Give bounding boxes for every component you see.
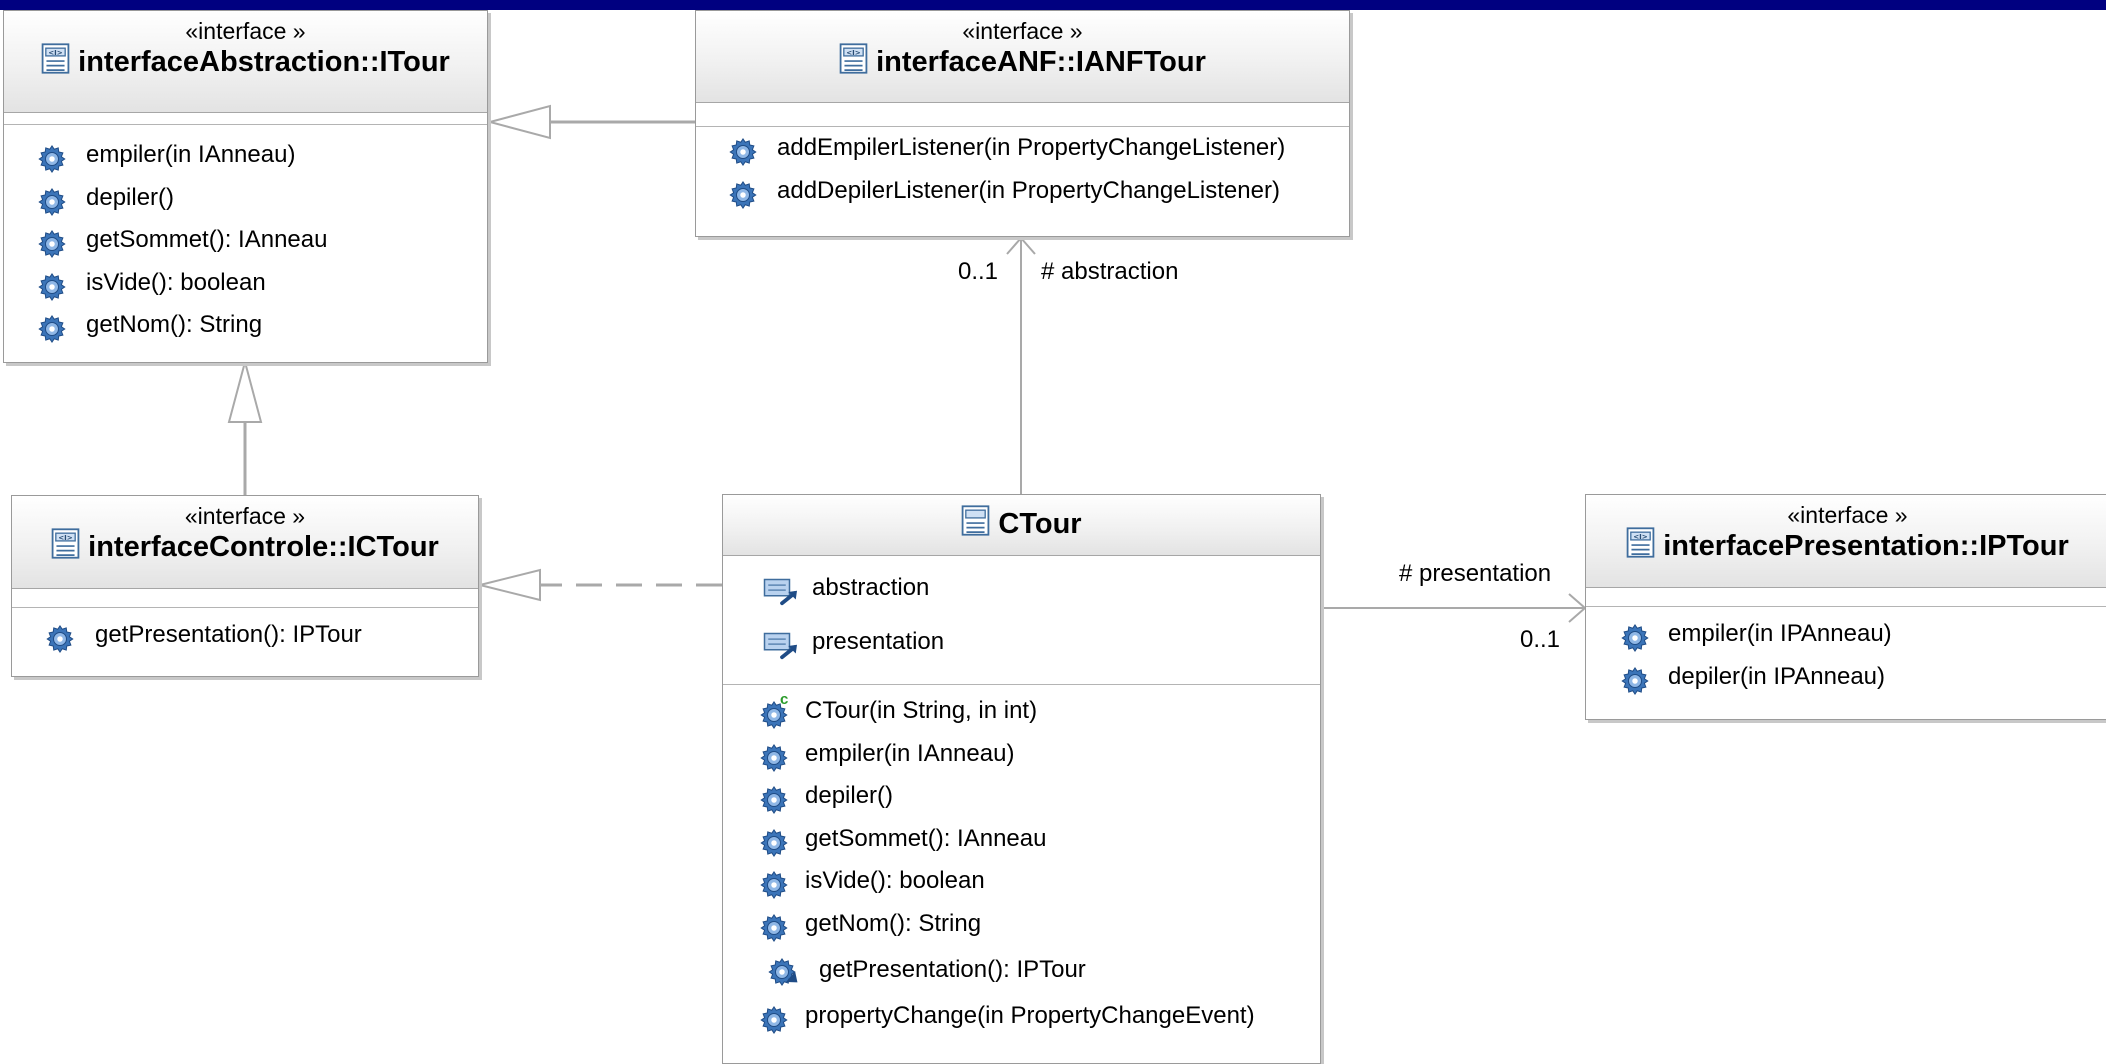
operation-gear-icon: [759, 828, 789, 858]
operation-row[interactable]: depiler(in IPAnneau): [1586, 656, 2106, 699]
interface-icon: [51, 528, 80, 559]
operation-row[interactable]: getPresentation(): IPTour: [723, 945, 1320, 995]
ianftour-title: interfaceANF::IANFTour: [696, 43, 1349, 80]
operation-label: getPresentation(): IPTour: [819, 956, 1086, 983]
attribute-field-icon: [763, 577, 801, 607]
attribute-row[interactable]: presentation: [723, 621, 1320, 675]
operation-gear-icon: [1620, 666, 1650, 696]
operation-gear-icon: [759, 785, 789, 815]
operation-row[interactable]: depiler(): [723, 775, 1320, 818]
interface-icon: [1626, 527, 1655, 558]
operation-label: addDepilerListener(in PropertyChangeList…: [777, 176, 1280, 204]
operation-row[interactable]: isVide(): boolean: [4, 262, 487, 305]
class-icon: [961, 505, 990, 536]
ianftour-header: «interface » interfaceANF::IANFTour: [696, 11, 1349, 103]
ianftour-attributes-compartment: [696, 103, 1349, 127]
operation-label: depiler(): [805, 782, 894, 809]
ianftour-interface-box[interactable]: «interface » interfaceANF::IANFTour addE…: [695, 10, 1350, 237]
operation-label: isVide(): boolean: [805, 867, 985, 894]
ictour-interface-box[interactable]: «interface » interfaceControle::ICTour g…: [11, 495, 479, 677]
operation-gear-icon: [728, 180, 758, 210]
ictour-header: «interface » interfaceControle::ICTour: [12, 496, 478, 589]
ictour-attributes-compartment: [12, 589, 478, 608]
operation-gear-icon: [45, 624, 75, 654]
operation-gear-icon: [1620, 623, 1650, 653]
operation-row[interactable]: isVide(): boolean: [723, 860, 1320, 903]
itour-title: interfaceAbstraction::ITour: [4, 43, 487, 80]
operation-gear-icon: [759, 743, 789, 773]
iptour-stereotype: «interface »: [1787, 502, 1908, 528]
operation-label: depiler(in IPAnneau): [1668, 662, 1886, 690]
ictour-title: interfaceControle::ICTour: [12, 528, 478, 565]
iptour-interface-box[interactable]: «interface » interfacePresentation::IPTo…: [1585, 494, 2106, 720]
operation-gear-icon: [728, 137, 758, 167]
abstraction-role-label: # abstraction: [1041, 258, 1179, 285]
operation-label: getSommet(): IAnneau: [805, 824, 1047, 852]
itour-attributes-compartment: [4, 113, 487, 125]
operation-label: propertyChange(in PropertyChangeEvent): [805, 1002, 1255, 1029]
ctour-class-box[interactable]: CTour abstraction presentation c CTour(in…: [722, 494, 1321, 1064]
operation-row[interactable]: empiler(in IAnneau): [723, 733, 1320, 776]
attribute-label: abstraction: [812, 574, 930, 601]
abstraction-multiplicity-label: 0..1: [958, 258, 999, 285]
operation-label: isVide(): boolean: [86, 268, 266, 296]
operation-row[interactable]: propertyChange(in PropertyChangeEvent): [723, 995, 1320, 1038]
operation-label: addEmpilerListener(in PropertyChangeList…: [777, 134, 1286, 161]
ictour-stereotype: «interface »: [184, 503, 306, 529]
presentation-role-label: # presentation: [1399, 560, 1552, 587]
operation-label: getSommet(): IAnneau: [86, 226, 328, 253]
operation-label: getPresentation(): IPTour: [95, 621, 362, 648]
ctour-attributes-compartment: abstraction presentation: [723, 556, 1320, 685]
operation-row[interactable]: empiler(in IAnneau): [4, 134, 487, 177]
operation-gear-icon: [759, 1005, 789, 1035]
operation-gear-icon: [37, 272, 67, 302]
attribute-row[interactable]: abstraction: [723, 567, 1320, 621]
operation-gear-icon: [37, 229, 67, 259]
itour-header: «interface » interfaceAbstraction::ITour: [4, 11, 487, 113]
attribute-label: presentation: [812, 628, 945, 655]
operation-row[interactable]: getSommet(): IAnneau: [4, 219, 487, 262]
operation-gear-icon: [37, 144, 67, 174]
realization-arrowhead-ictour: [479, 568, 541, 602]
iptour-title: interfacePresentation::IPTour: [1586, 527, 2106, 564]
operation-label: CTour(in String, in int): [805, 697, 1038, 724]
operation-row[interactable]: depiler(): [4, 177, 487, 220]
itour-operations-compartment: empiler(in IAnneau) depiler() getSommet(…: [4, 125, 487, 347]
ictour-operations-compartment: getPresentation(): IPTour: [12, 608, 478, 657]
operation-label: empiler(in IAnneau): [86, 141, 296, 168]
operation-label: empiler(in IPAnneau): [1668, 620, 1892, 647]
operation-label: empiler(in IAnneau): [805, 739, 1015, 767]
attribute-field-icon: [763, 631, 801, 661]
generalization-arrowhead-itour-right: [486, 104, 551, 140]
itour-interface-box[interactable]: «interface » interfaceAbstraction::ITour…: [3, 10, 488, 363]
operation-label: depiler(): [86, 183, 175, 211]
interface-icon: [41, 43, 70, 74]
operation-label: getNom(): String: [86, 311, 263, 338]
itour-stereotype: «interface »: [185, 18, 306, 44]
operation-gear-icon: [37, 314, 67, 344]
iptour-operations-compartment: empiler(in IPAnneau) depiler(in IPAnneau…: [1586, 607, 2106, 698]
operation-row[interactable]: addEmpilerListener(in PropertyChangeList…: [696, 127, 1349, 170]
operation-row[interactable]: getNom(): String: [4, 304, 487, 347]
operation-row[interactable]: getSommet(): IAnneau: [723, 818, 1320, 861]
operation-row[interactable]: c CTour(in String, in int): [723, 690, 1320, 733]
generalization-arrowhead-itour-bottom: [227, 358, 263, 423]
ianftour-stereotype: «interface »: [962, 18, 1083, 44]
operation-label: getNom(): String: [805, 909, 982, 937]
operation-row[interactable]: getPresentation(): IPTour: [12, 614, 478, 657]
iptour-attributes-compartment: [1586, 588, 2106, 607]
presentation-multiplicity-label: 0..1: [1520, 626, 1561, 653]
operation-gear-icon: [759, 913, 789, 943]
ctour-title: CTour: [723, 505, 1320, 542]
operation-gear-icon: [759, 870, 789, 900]
interface-icon: [839, 43, 868, 74]
iptour-header: «interface » interfacePresentation::IPTo…: [1586, 495, 2106, 588]
ianftour-operations-compartment: addEmpilerListener(in PropertyChangeList…: [696, 127, 1349, 212]
operation-gear-icon: [37, 187, 67, 217]
ctour-operations-compartment: c CTour(in String, in int) empiler(in IAn…: [723, 685, 1320, 1038]
operation-row[interactable]: getNom(): String: [723, 903, 1320, 946]
ctour-header: CTour: [723, 495, 1320, 556]
operation-row[interactable]: empiler(in IPAnneau): [1586, 613, 2106, 656]
operation-row[interactable]: addDepilerListener(in PropertyChangeList…: [696, 170, 1349, 213]
